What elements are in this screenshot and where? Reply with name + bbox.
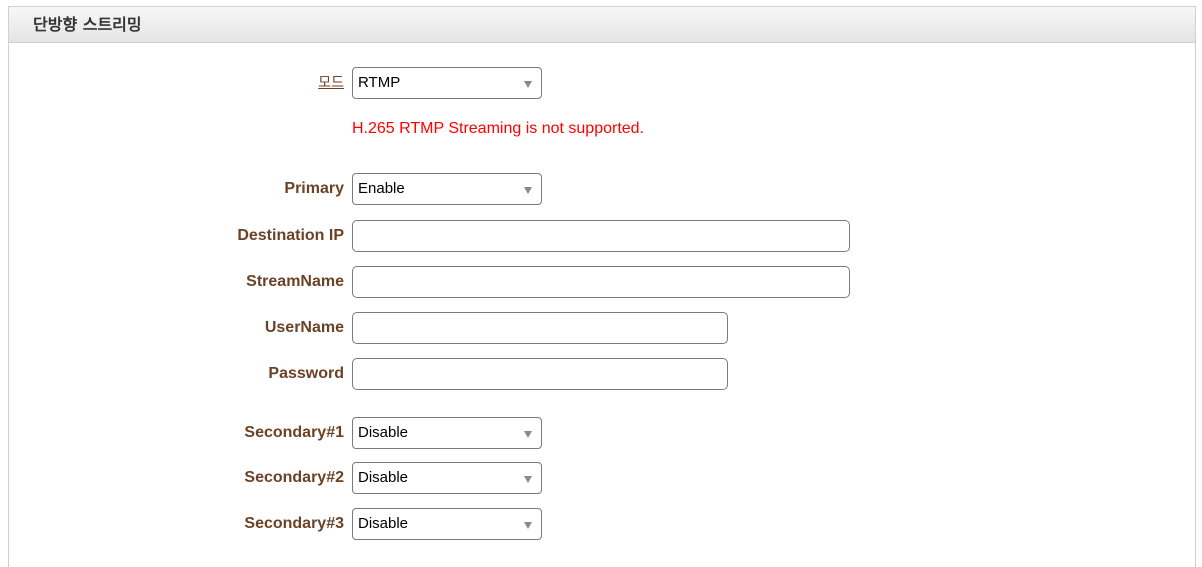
primary-select[interactable]: Enable (352, 173, 542, 205)
mode-select[interactable]: RTMP (352, 67, 542, 99)
destination-ip-row: Destination IP (9, 220, 1195, 252)
secondary3-label: Secondary#3 (244, 515, 344, 532)
chevron-down-icon (524, 187, 532, 194)
secondary3-select[interactable]: Disable (352, 508, 542, 540)
secondary2-select[interactable]: Disable (352, 462, 542, 494)
mode-row: 모드 RTMP (9, 67, 1195, 99)
secondary3-row: Secondary#3 Disable (9, 508, 1195, 540)
chevron-down-icon (524, 476, 532, 483)
primary-label: Primary (284, 180, 344, 197)
primary-row: Primary Enable (9, 173, 1195, 205)
secondary1-row: Secondary#1 Disable (9, 417, 1195, 449)
stream-name-input[interactable] (352, 266, 850, 298)
password-label: Password (268, 365, 344, 382)
mode-label: 모드 (318, 75, 344, 91)
stream-name-row: StreamName (9, 266, 1195, 298)
secondary1-label: Secondary#1 (244, 424, 344, 441)
secondary1-select-value: Disable (358, 424, 409, 441)
chevron-down-icon (524, 81, 532, 88)
secondary2-label: Secondary#2 (244, 469, 344, 486)
mode-select-value: RTMP (358, 74, 401, 91)
streaming-panel: 단방향 스트리밍 모드 RTMP H.265 RTMP Streaming is… (8, 6, 1196, 567)
user-name-row: UserName (9, 312, 1195, 344)
error-message: H.265 RTMP Streaming is not supported. (352, 120, 644, 137)
secondary3-select-value: Disable (358, 515, 409, 532)
password-input[interactable] (352, 358, 728, 390)
primary-select-value: Enable (358, 180, 405, 197)
secondary1-select[interactable]: Disable (352, 417, 542, 449)
chevron-down-icon (524, 522, 532, 529)
secondary2-row: Secondary#2 Disable (9, 462, 1195, 494)
stream-name-label: StreamName (246, 273, 344, 290)
user-name-input[interactable] (352, 312, 728, 344)
user-name-label: UserName (264, 319, 344, 336)
secondary2-select-value: Disable (358, 469, 409, 486)
destination-ip-label: Destination IP (237, 227, 344, 244)
panel-title: 단방향 스트리밍 (9, 7, 1195, 43)
password-row: Password (9, 358, 1195, 390)
chevron-down-icon (524, 431, 532, 438)
destination-ip-input[interactable] (352, 220, 850, 252)
